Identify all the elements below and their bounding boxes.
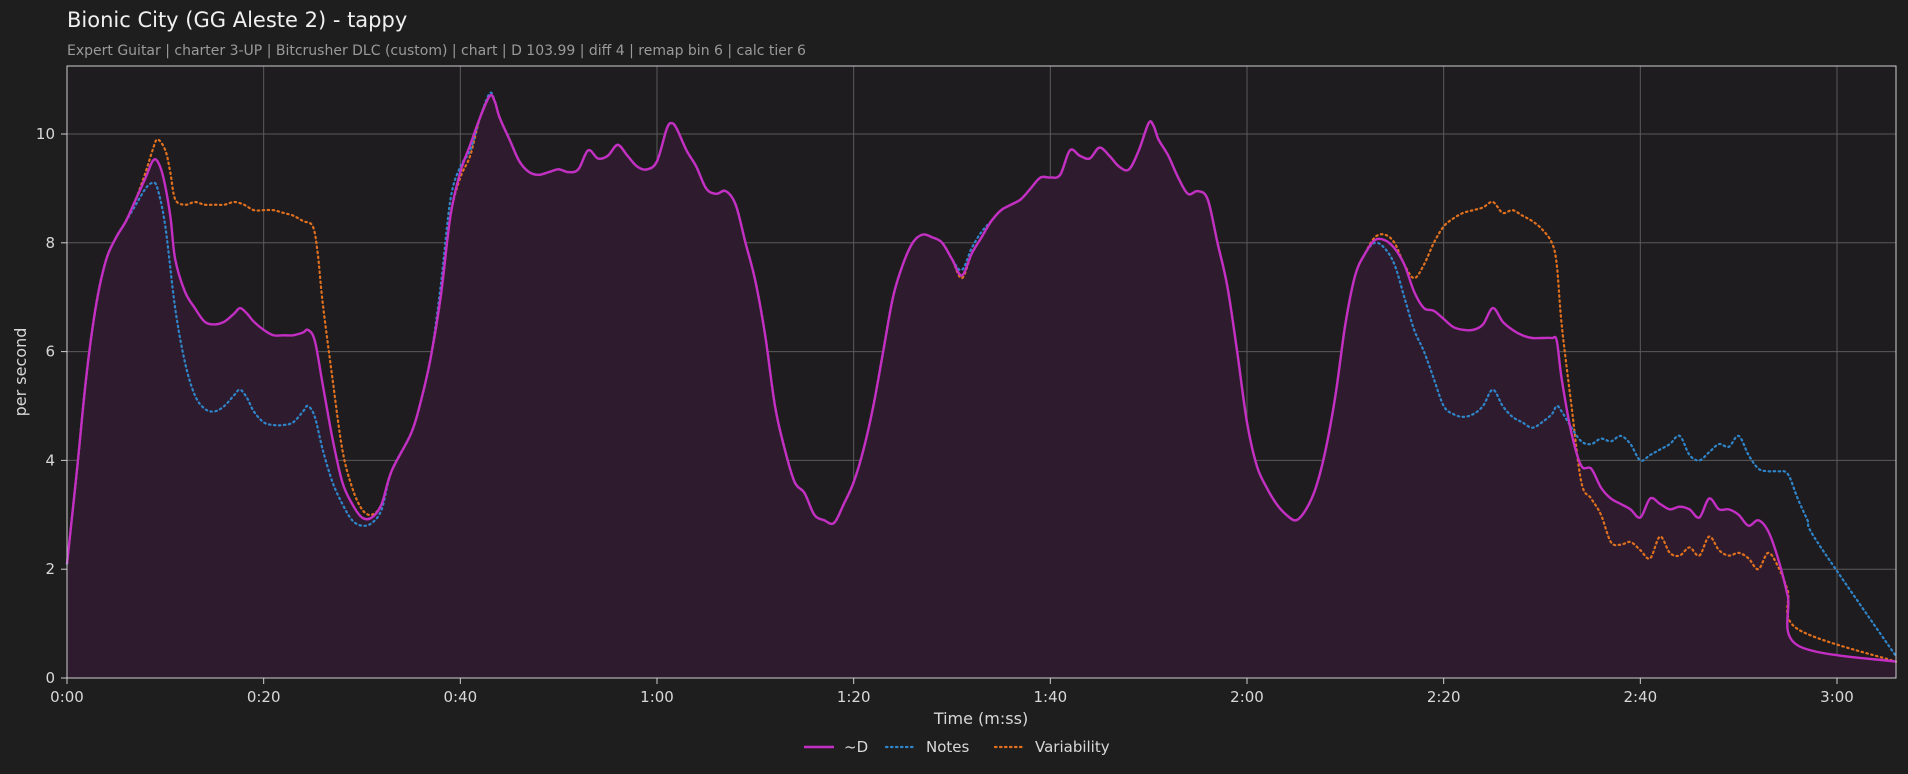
x-axis-label: Time (m:ss) xyxy=(933,709,1028,728)
x-tick-label: 2:00 xyxy=(1230,688,1264,706)
x-tick-label: 3:00 xyxy=(1820,688,1854,706)
x-tick-label: 1:00 xyxy=(640,688,674,706)
chart-subtitle: Expert Guitar | charter 3-UP | Bitcrushe… xyxy=(67,43,806,59)
y-tick-label: 4 xyxy=(45,451,55,469)
x-tick-label: 0:20 xyxy=(247,688,281,706)
x-tick-label: 0:00 xyxy=(50,688,84,706)
y-tick-label: 2 xyxy=(45,560,55,578)
legend-label: Variability xyxy=(1035,738,1110,756)
chart-title: Bionic City (GG Aleste 2) - tappy xyxy=(67,8,407,32)
x-tick-label: 1:20 xyxy=(837,688,871,706)
y-tick-label: 8 xyxy=(45,234,55,252)
chart-canvas: Bionic City (GG Aleste 2) - tappy Expert… xyxy=(11,8,1898,756)
legend-label: Notes xyxy=(926,738,970,756)
y-tick-label: 10 xyxy=(36,125,55,143)
x-axis: 0:00 0:20 0:40 1:00 1:20 1:40 2:00 2:20 2:40 3:00 xyxy=(50,678,1854,706)
y-axis-label: per second xyxy=(11,328,30,417)
y-tick-label: 0 xyxy=(45,669,55,687)
x-tick-label: 1:40 xyxy=(1033,688,1067,706)
x-tick-label: 0:40 xyxy=(443,688,477,706)
y-tick-label: 6 xyxy=(45,343,55,361)
legend: ~D Notes Variability xyxy=(804,738,1110,756)
y-axis: 0 2 4 6 8 10 xyxy=(36,125,67,687)
x-tick-label: 2:40 xyxy=(1623,688,1657,706)
x-tick-label: 2:20 xyxy=(1427,688,1461,706)
legend-label: ~D xyxy=(844,738,868,756)
